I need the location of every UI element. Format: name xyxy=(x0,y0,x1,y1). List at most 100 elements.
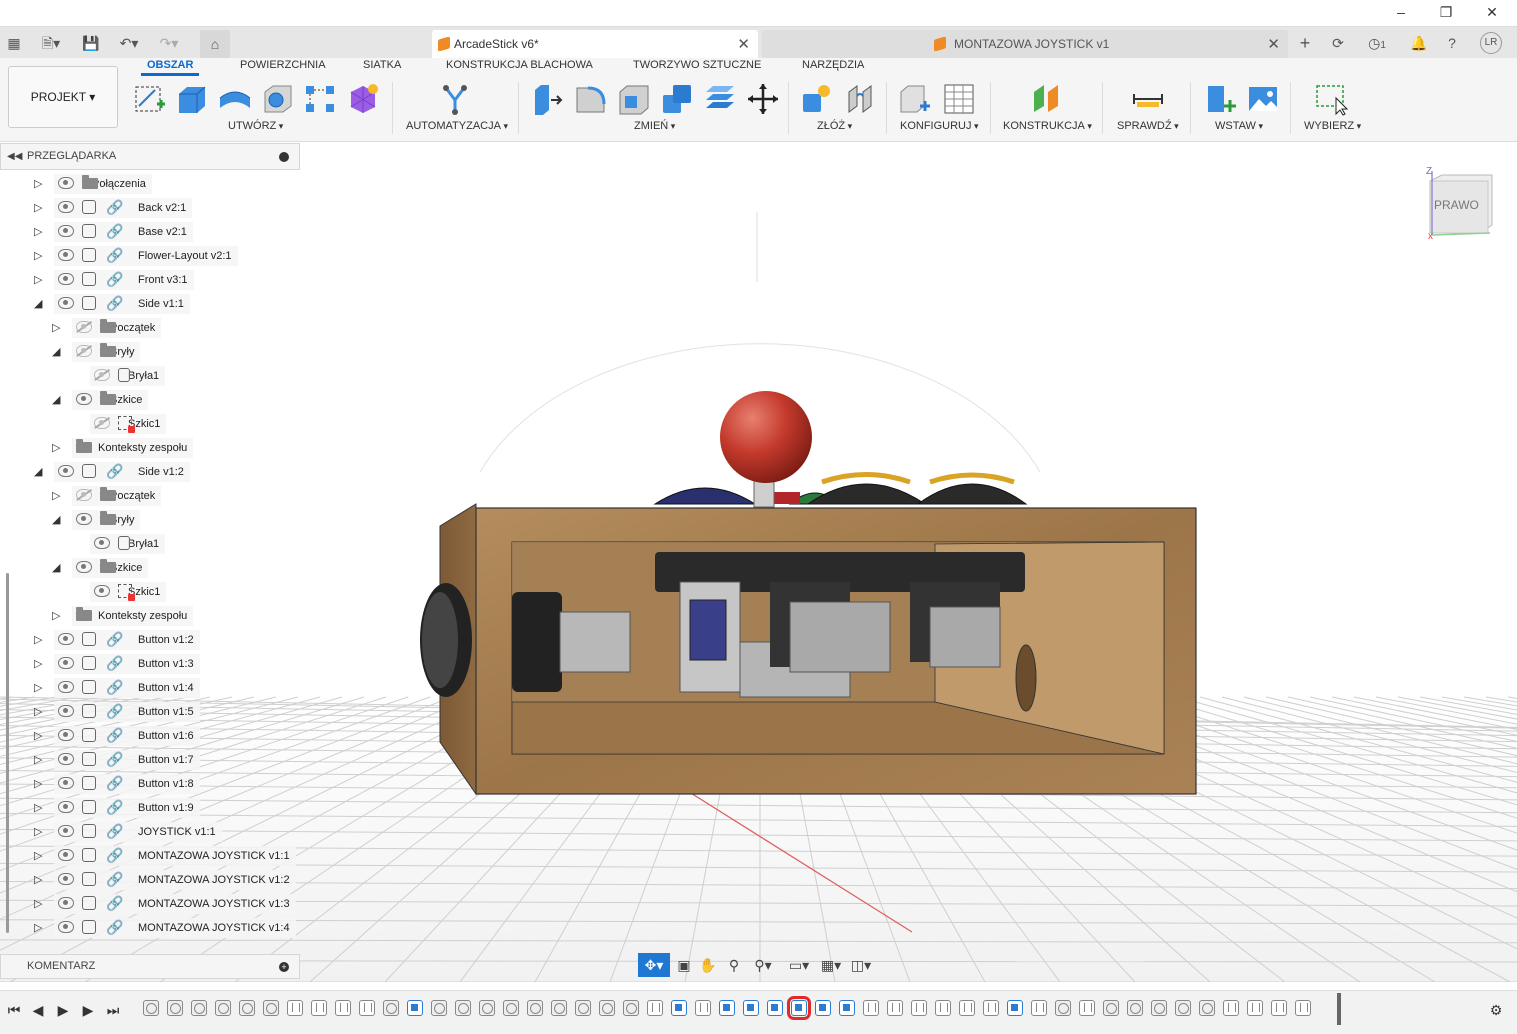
expand-arrow-icon[interactable]: ▷ xyxy=(34,850,46,862)
timeline-feature[interactable] xyxy=(647,1000,663,1016)
visibility-eye-icon[interactable] xyxy=(58,657,74,669)
expand-arrow-icon[interactable]: ▷ xyxy=(52,490,64,502)
fillet-icon[interactable] xyxy=(574,82,608,116)
file-menu-icon[interactable]: 🗎▾ xyxy=(36,33,66,53)
undo-icon[interactable]: ↶▾ xyxy=(114,33,144,53)
view-cube[interactable]: PRAWO Z x xyxy=(1420,165,1500,245)
group-konstrukcja[interactable]: KONSTRUKCJA xyxy=(1003,120,1092,132)
tree-item[interactable]: ◢ Side v1:1 🔗 xyxy=(0,293,300,315)
visibility-eye-icon[interactable] xyxy=(58,273,74,285)
visibility-eye-icon[interactable] xyxy=(76,393,92,405)
timeline-feature[interactable] xyxy=(1151,1000,1167,1016)
close-icon[interactable]: ✕ xyxy=(1477,2,1507,22)
automate-icon[interactable] xyxy=(438,82,472,116)
go-to-end-icon[interactable]: ⏭ xyxy=(103,999,123,1021)
add-comment-icon[interactable]: + xyxy=(279,962,289,972)
create-sketch-icon[interactable] xyxy=(133,82,167,116)
tree-item[interactable]: ▷ Button v1:5 🔗 xyxy=(0,701,300,723)
timeline-feature[interactable] xyxy=(311,1000,327,1016)
tree-item[interactable]: ▷ Button v1:2 🔗 xyxy=(0,629,300,651)
expand-arrow-icon[interactable]: ▷ xyxy=(34,634,46,646)
step-forward-icon[interactable]: ▶ xyxy=(78,999,98,1021)
timeline-feature[interactable] xyxy=(1103,1000,1119,1016)
save-icon[interactable]: 💾 xyxy=(80,33,102,53)
group-automatyzacja[interactable]: AUTOMATYZACJA xyxy=(406,120,508,132)
visibility-eye-icon[interactable] xyxy=(76,561,92,573)
collapse-arrow-icon[interactable]: ◢ xyxy=(52,394,64,406)
expand-arrow-icon[interactable]: ▷ xyxy=(52,610,64,622)
group-konfiguruj[interactable]: KONFIGURUJ xyxy=(900,120,979,132)
timeline-feature[interactable] xyxy=(1199,1000,1215,1016)
timeline-feature[interactable] xyxy=(215,1000,231,1016)
tree-item[interactable]: ▷ Button v1:7 🔗 xyxy=(0,749,300,771)
visibility-eye-icon[interactable] xyxy=(58,873,74,885)
select-icon[interactable] xyxy=(1314,82,1349,116)
timeline-feature[interactable] xyxy=(239,1000,255,1016)
visibility-eye-icon[interactable] xyxy=(58,201,74,213)
timeline-feature[interactable] xyxy=(551,1000,567,1016)
tree-item[interactable]: ▷ Button v1:9 🔗 xyxy=(0,797,300,819)
offset-face-icon[interactable] xyxy=(703,82,737,116)
visibility-eye-icon[interactable] xyxy=(58,225,74,237)
timeline-feature[interactable] xyxy=(1127,1000,1143,1016)
timeline-feature[interactable] xyxy=(767,1000,783,1016)
close-tab-icon[interactable]: ✕ xyxy=(1267,30,1280,59)
group-zmien[interactable]: ZMIEŃ xyxy=(634,120,675,132)
grid-settings-icon[interactable]: ▦▾ xyxy=(816,953,846,977)
new-tab-icon[interactable]: + xyxy=(1294,33,1316,53)
timeline-feature[interactable] xyxy=(263,1000,279,1016)
expand-arrow-icon[interactable]: ▷ xyxy=(52,442,64,454)
timeline-feature[interactable] xyxy=(1007,1000,1023,1016)
timeline-feature[interactable] xyxy=(431,1000,447,1016)
timeline-feature[interactable] xyxy=(1175,1000,1191,1016)
expand-arrow-icon[interactable]: ▷ xyxy=(34,178,46,190)
minimize-icon[interactable]: – xyxy=(1386,2,1416,22)
tab-konstrukcja-blachowa[interactable]: KONSTRUKCJA BLACHOWA xyxy=(446,59,593,71)
timeline-feature[interactable] xyxy=(527,1000,543,1016)
rectangular-pattern-icon[interactable] xyxy=(303,82,337,116)
collapse-arrow-icon[interactable]: ◢ xyxy=(52,514,64,526)
tree-item[interactable]: ▷ Konteksty zespołu xyxy=(0,437,300,459)
visibility-eye-icon[interactable] xyxy=(58,825,74,837)
visibility-eye-icon[interactable] xyxy=(76,513,92,525)
expand-arrow-icon[interactable]: ▷ xyxy=(34,730,46,742)
timeline-settings-icon[interactable]: ⚙ xyxy=(1486,999,1506,1021)
tree-item[interactable]: ▷ MONTAZOWA JOYSTICK v1:3 🔗 xyxy=(0,893,300,915)
visibility-eye-icon[interactable] xyxy=(58,897,74,909)
zoom-icon[interactable]: ⚲ xyxy=(722,953,746,977)
collapse-panel-icon[interactable]: ◀◀ xyxy=(7,144,22,169)
tab-siatka[interactable]: SIATKA xyxy=(363,59,401,71)
visibility-eye-icon[interactable] xyxy=(58,753,74,765)
look-at-icon[interactable]: ▣ xyxy=(672,953,696,977)
visibility-eye-icon[interactable] xyxy=(94,369,110,381)
collapse-arrow-icon[interactable]: ◢ xyxy=(34,466,46,478)
help-icon[interactable]: ? xyxy=(1441,33,1463,53)
tree-item[interactable]: ▷ Początek xyxy=(0,485,300,507)
timeline-feature[interactable] xyxy=(935,1000,951,1016)
expand-arrow-icon[interactable]: ▷ xyxy=(34,226,46,238)
press-pull-icon[interactable] xyxy=(531,82,565,116)
tab-powierzchnia[interactable]: POWIERZCHNIA xyxy=(240,59,326,71)
tree-item[interactable]: ◢ Bryły xyxy=(0,509,300,531)
measure-icon[interactable] xyxy=(1131,82,1165,116)
tree-item[interactable]: ▷ Początek xyxy=(0,317,300,339)
timeline-feature[interactable] xyxy=(671,1000,687,1016)
tree-item[interactable]: ▷ Button v1:4 🔗 xyxy=(0,677,300,699)
tree-item[interactable]: ▷ Flower-Layout v2:1 🔗 xyxy=(0,245,300,267)
tree-item[interactable]: ▷ Button v1:3 🔗 xyxy=(0,653,300,675)
timeline-feature[interactable] xyxy=(1031,1000,1047,1016)
timeline-feature[interactable] xyxy=(575,1000,591,1016)
visibility-eye-icon[interactable] xyxy=(58,177,74,189)
timeline-feature[interactable] xyxy=(887,1000,903,1016)
tree-item[interactable]: ▷ Front v3:1 🔗 xyxy=(0,269,300,291)
tab-arcadestick[interactable]: ArcadeStick v6* ✕ xyxy=(432,30,758,59)
visibility-eye-icon[interactable] xyxy=(76,345,92,357)
tab-montazowa-joystick[interactable]: MONTAZOWA JOYSTICK v1 ✕ xyxy=(762,30,1288,59)
tree-item[interactable]: ◢ Bryły xyxy=(0,341,300,363)
timeline-feature[interactable] xyxy=(479,1000,495,1016)
expand-arrow-icon[interactable]: ▷ xyxy=(34,250,46,262)
timeline-feature[interactable] xyxy=(695,1000,711,1016)
panel-pin-icon[interactable] xyxy=(279,152,289,162)
orbit-icon[interactable]: ✥▾ xyxy=(638,953,670,977)
expand-arrow-icon[interactable]: ▷ xyxy=(34,274,46,286)
